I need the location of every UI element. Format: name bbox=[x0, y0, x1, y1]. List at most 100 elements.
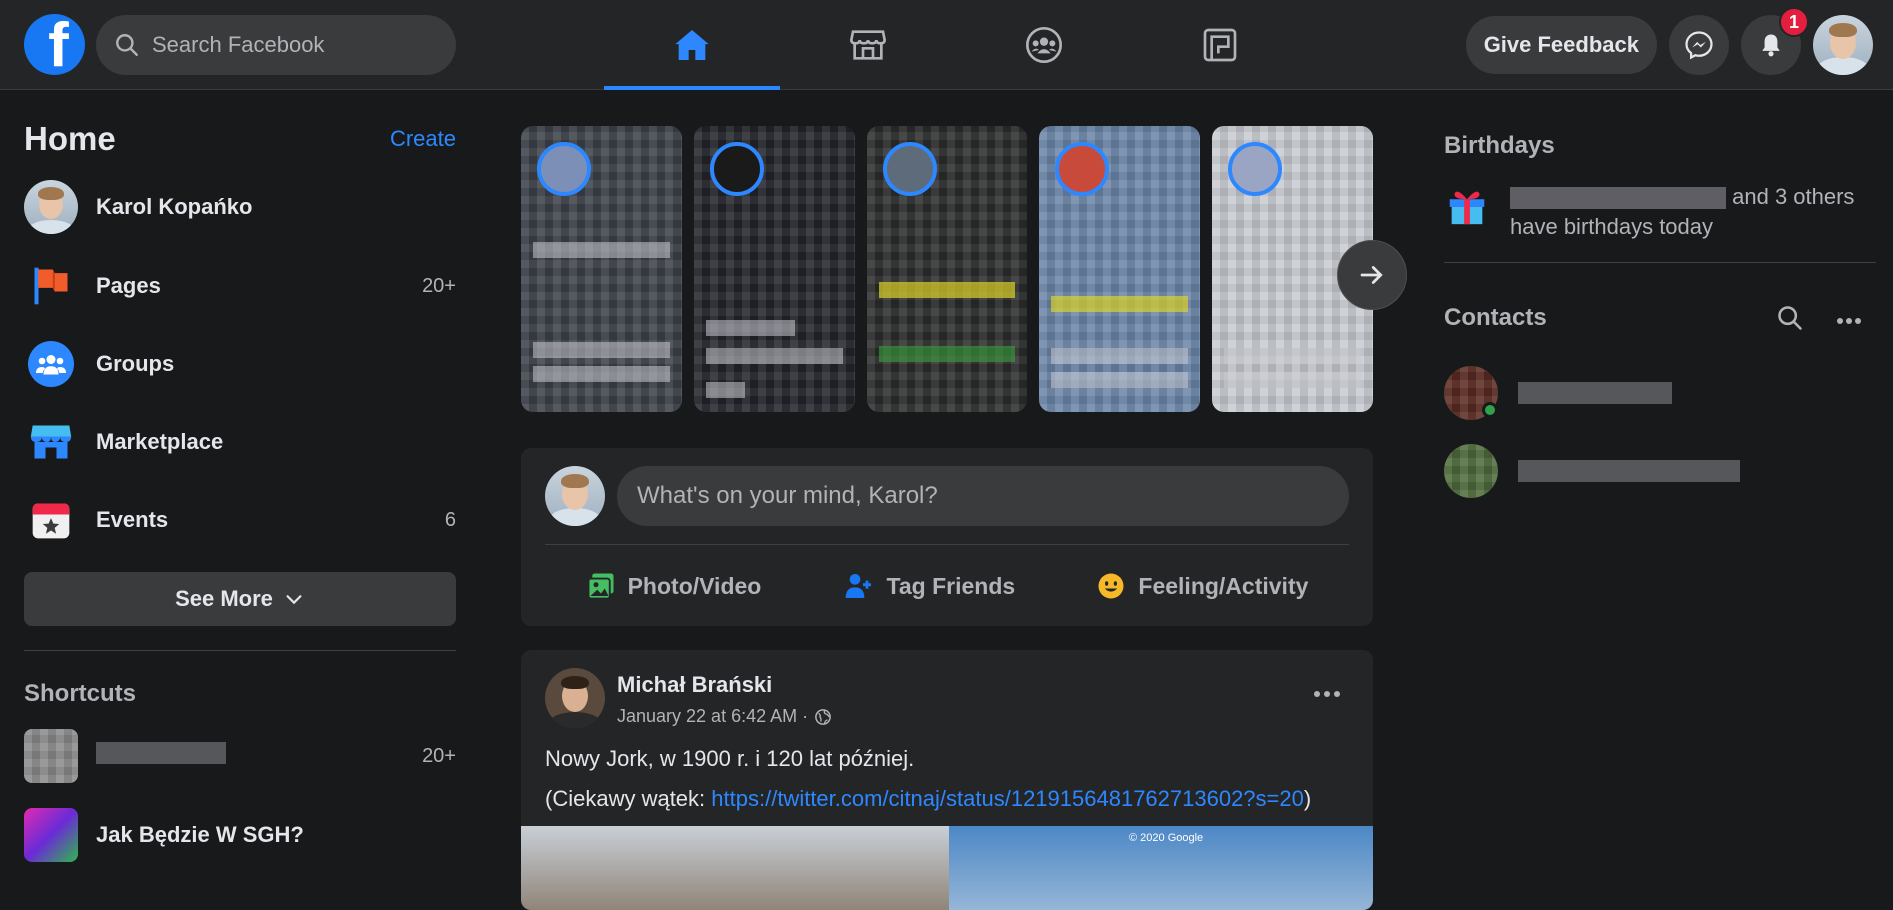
search-box[interactable] bbox=[96, 15, 456, 75]
home-title: Home bbox=[24, 120, 116, 157]
sidebar-item-events[interactable]: Events 6 bbox=[24, 488, 456, 552]
facebook-logo[interactable]: f bbox=[24, 14, 85, 75]
bell-icon bbox=[1762, 34, 1780, 57]
post-author-name[interactable]: Michał Brański bbox=[617, 672, 772, 698]
tag-friends-button[interactable]: Tag Friends bbox=[843, 570, 1016, 602]
sidebar-item-marketplace[interactable]: Marketplace bbox=[24, 410, 456, 474]
birthday-line1: and 3 others bbox=[1510, 182, 1854, 212]
pages-icon bbox=[24, 259, 78, 313]
tab-home[interactable] bbox=[604, 0, 780, 90]
feeling-icon bbox=[1098, 573, 1124, 599]
profile-avatar-small bbox=[24, 180, 78, 234]
contacts-title: Contacts bbox=[1444, 304, 1547, 331]
chevron-down-icon bbox=[286, 595, 302, 605]
story-avatar bbox=[882, 142, 937, 196]
events-count: 6 bbox=[444, 508, 456, 531]
shortcut-label bbox=[96, 742, 422, 770]
contacts-options-button[interactable] bbox=[1836, 312, 1862, 330]
birthday-notice[interactable]: and 3 others have birthdays today bbox=[1444, 182, 1854, 242]
post-text-prefix: (Ciekawy wątek: bbox=[545, 786, 712, 811]
see-more-label: See More bbox=[175, 586, 273, 611]
feed-post: Michał Brański January 22 at 6:42 AM · N… bbox=[521, 650, 1373, 910]
story-avatar bbox=[537, 142, 591, 196]
messenger-button[interactable] bbox=[1669, 15, 1729, 75]
photo-video-label: Photo/Video bbox=[627, 572, 762, 599]
search-icon bbox=[116, 34, 138, 56]
contact-name bbox=[1518, 382, 1672, 404]
post-text-suffix: ) bbox=[1303, 786, 1312, 811]
post-image-right: © 2020 Google bbox=[949, 826, 1373, 910]
shortcut-item[interactable]: 20+ bbox=[24, 724, 456, 788]
status-input[interactable] bbox=[617, 466, 1349, 526]
birthday-line2: have birthdays today bbox=[1510, 214, 1714, 239]
give-feedback-button[interactable]: Give Feedback bbox=[1465, 16, 1657, 74]
shortcut-item[interactable]: Jak Będzie W SGH? bbox=[24, 803, 456, 867]
shortcut-count: 20+ bbox=[422, 744, 456, 767]
tag-friends-label: Tag Friends bbox=[886, 572, 1016, 599]
sidebar-item-pages[interactable]: Pages 20+ bbox=[24, 254, 456, 318]
story-avatar bbox=[1228, 142, 1283, 196]
post-options-button[interactable] bbox=[1305, 672, 1349, 716]
sidebar-item-label: Karol Kopańko bbox=[96, 194, 253, 219]
search-input[interactable] bbox=[152, 32, 432, 58]
create-link[interactable]: Create bbox=[390, 126, 456, 152]
post-text: Nowy Jork, w 1900 r. i 120 lat później. bbox=[545, 746, 915, 771]
post-meta: January 22 at 6:42 AM · bbox=[617, 706, 832, 727]
tab-groups[interactable] bbox=[956, 0, 1132, 90]
feeling-activity-label: Feeling/Activity bbox=[1138, 572, 1309, 599]
composer-avatar[interactable] bbox=[545, 466, 605, 526]
story-card[interactable] bbox=[1039, 126, 1201, 412]
contact-item[interactable] bbox=[1444, 366, 1672, 420]
tab-marketplace[interactable] bbox=[780, 0, 956, 90]
post-author-avatar[interactable] bbox=[545, 668, 605, 728]
composer-divider bbox=[545, 544, 1349, 545]
right-divider bbox=[1444, 262, 1876, 263]
photo-video-button[interactable]: Photo/Video bbox=[586, 571, 762, 601]
contacts-search-button[interactable] bbox=[1776, 304, 1804, 337]
left-sidebar: Home Create Karol Kopańko Pages 20+ Grou… bbox=[0, 90, 480, 870]
image-credit: © 2020 Google bbox=[1129, 832, 1204, 844]
post-text-link-line: (Ciekawy wątek: https://twitter.com/citn… bbox=[545, 786, 1311, 812]
header-actions: Give Feedback 1 bbox=[1465, 7, 1873, 75]
pages-count: 20+ bbox=[422, 274, 456, 297]
logo-letter: f bbox=[48, 14, 69, 76]
photo-video-icon bbox=[587, 573, 614, 600]
contact-avatar bbox=[1444, 444, 1498, 498]
story-card[interactable] bbox=[693, 126, 855, 412]
feeling-activity-button[interactable]: Feeling/Activity bbox=[1096, 571, 1308, 601]
more-options-icon bbox=[1314, 691, 1340, 697]
stories-next-button[interactable] bbox=[1337, 240, 1407, 310]
groups-icon bbox=[28, 341, 74, 387]
main-nav bbox=[604, 0, 1308, 90]
contact-item[interactable] bbox=[1444, 444, 1740, 498]
shortcut-avatar bbox=[24, 729, 78, 783]
search-icon bbox=[1778, 306, 1802, 330]
story-card[interactable] bbox=[521, 126, 682, 412]
stories-tray bbox=[521, 126, 1373, 412]
groups-icon bbox=[1026, 27, 1062, 63]
post-timestamp[interactable]: January 22 at 6:42 AM · bbox=[617, 706, 808, 727]
post-image[interactable]: © 2020 Google bbox=[521, 826, 1373, 910]
tab-gaming[interactable] bbox=[1132, 0, 1308, 90]
gift-icon bbox=[1449, 191, 1485, 225]
birthday-person-name[interactable] bbox=[1510, 187, 1726, 210]
sidebar-divider bbox=[24, 650, 456, 651]
sidebar-item-groups[interactable]: Groups bbox=[24, 332, 456, 396]
story-avatar bbox=[1055, 142, 1110, 196]
post-image-left bbox=[521, 826, 949, 910]
post-composer: Photo/Video Tag Friends Feeling/Activity bbox=[521, 448, 1373, 626]
messenger-icon bbox=[1685, 31, 1713, 60]
sidebar-item-label: Groups bbox=[96, 351, 175, 376]
more-options-icon bbox=[1837, 318, 1861, 324]
events-calendar-icon bbox=[24, 493, 78, 547]
online-indicator bbox=[1482, 402, 1498, 418]
composer-actions: Photo/Video Tag Friends Feeling/Activity bbox=[545, 556, 1349, 616]
contact-avatar bbox=[1444, 366, 1498, 420]
profile-avatar[interactable] bbox=[1813, 15, 1873, 75]
post-link[interactable]: https://twitter.com/citnaj/status/121915… bbox=[711, 786, 1304, 811]
marketplace-store-icon bbox=[24, 415, 78, 469]
sidebar-item-profile[interactable]: Karol Kopańko bbox=[24, 175, 456, 239]
story-card[interactable] bbox=[866, 126, 1028, 412]
see-more-button[interactable]: See More bbox=[24, 572, 456, 626]
notifications-button[interactable]: 1 bbox=[1741, 7, 1809, 75]
